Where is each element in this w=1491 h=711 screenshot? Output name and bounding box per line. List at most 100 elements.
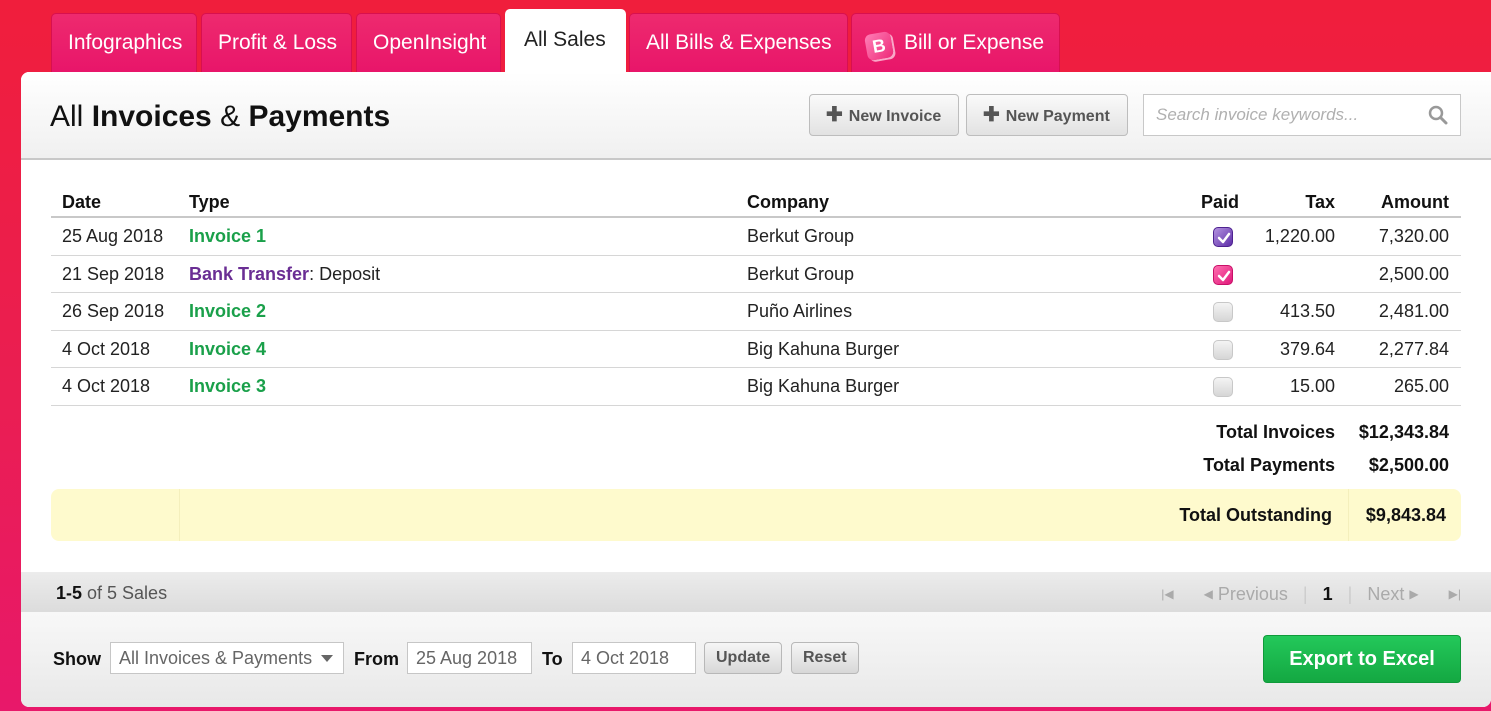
filter-footer: Show All Invoices & Payments From 25 Aug… [21, 612, 1491, 707]
new-payment-label: New Payment [1005, 108, 1110, 125]
tab-label: Profit & Loss [218, 31, 338, 54]
total-payments-row: Total Payments $2,500.00 [51, 450, 1461, 483]
payment-link[interactable]: Bank Transfer [189, 264, 309, 284]
update-label: Update [716, 649, 771, 666]
last-page-icon[interactable]: ▶| [1449, 587, 1461, 601]
result-count: 1-5 of 5 Sales [56, 583, 167, 604]
table-row[interactable]: 21 Sep 2018 Bank Transfer: Deposit Berkut … [51, 256, 1461, 293]
tab-bill-or-expense[interactable]: B Bill or Expense [851, 13, 1060, 73]
type-suffix: : Deposit [309, 263, 381, 284]
plus-icon: ✚ [826, 104, 843, 126]
from-date-value: 25 Aug 2018 [416, 648, 518, 668]
total-invoices-value: $12,343.84 [1358, 422, 1449, 442]
table-row[interactable]: 4 Oct 2018 Invoice 3 Big Kahuna Burger 15.0… [51, 368, 1461, 406]
paid-checkbox-icon[interactable] [1213, 377, 1233, 397]
previous-link[interactable]: Previous [1218, 584, 1288, 605]
tax-cell: 15.00 [1289, 376, 1335, 396]
sales-panel: All Invoices & Payments ✚ New Invoice ✚ Ne… [21, 72, 1491, 707]
col-paid[interactable]: Paid [1201, 192, 1239, 213]
paid-checkbox-icon[interactable] [1213, 339, 1233, 360]
tab-infographics[interactable]: Infographics [51, 13, 197, 73]
paid-checkbox-icon[interactable] [1213, 264, 1233, 285]
company-cell: Big Kahuna Burger [747, 376, 900, 396]
invoice-link[interactable]: Invoice 1 [189, 226, 266, 246]
tax-cell: 413.50 [1279, 301, 1335, 321]
date-cell: 4 Oct 2018 [62, 376, 151, 396]
tab-label: All Sales [524, 28, 606, 51]
new-invoice-button[interactable]: ✚ New Invoice [809, 94, 959, 136]
search-icon[interactable] [1428, 105, 1448, 125]
company-cell: Berkut Group [747, 226, 855, 246]
show-label: Show [53, 649, 101, 669]
search-box[interactable] [1143, 94, 1461, 136]
first-page-icon[interactable]: |◀ [1161, 587, 1173, 601]
export-label: Export to Excel [1289, 648, 1435, 670]
tab-all-sales[interactable]: All Sales [505, 9, 626, 73]
invoice-link[interactable]: Invoice 4 [189, 339, 266, 359]
table-body: 25 Aug 2018 Invoice 1 Berkut Group 1,220.00… [51, 218, 1461, 406]
company-cell: Berkut Group [747, 263, 855, 284]
divider [1348, 489, 1349, 541]
total-payments-value: $2,500.00 [1368, 455, 1449, 475]
to-label: To [542, 649, 563, 669]
result-total: of 5 Sales [82, 583, 168, 603]
title-amp: & [211, 100, 249, 133]
paid-checkbox-icon[interactable] [1213, 302, 1233, 322]
col-date[interactable]: Date [62, 192, 101, 213]
pager: |◀ ◀ Previous | 1 | Next ▶ ▶| [1161, 583, 1461, 605]
date-cell: 4 Oct 2018 [62, 338, 151, 359]
paid-checkbox-icon[interactable] [1213, 227, 1233, 247]
tab-profit-loss[interactable]: Profit & Loss [201, 13, 352, 73]
from-label: From [354, 649, 399, 669]
divider: | [1347, 583, 1353, 604]
tab-label: OpenInsight [373, 31, 487, 54]
col-amount[interactable]: Amount [1381, 192, 1449, 213]
update-button[interactable]: Update [704, 642, 783, 674]
export-to-excel-button[interactable]: Export to Excel [1263, 635, 1461, 683]
page-title: All Invoices & Payments [50, 100, 390, 134]
tab-openinsight[interactable]: OpenInsight [356, 13, 501, 73]
chevron-left-icon: ◀ [1203, 587, 1213, 602]
to-date-field[interactable]: 4 Oct 2018 [572, 642, 696, 674]
title-part2: Payments [248, 100, 391, 133]
result-range: 1-5 [56, 583, 83, 603]
title-part1: Invoices [91, 100, 212, 133]
next-link[interactable]: Next [1367, 584, 1404, 605]
title-prefix: All [50, 100, 92, 133]
tax-cell: 1,220.00 [1264, 226, 1335, 246]
table-row[interactable]: 4 Oct 2018 Invoice 4 Big Kahuna Burger 379.… [51, 331, 1461, 368]
company-cell: Puño Airlines [747, 301, 853, 321]
table-row[interactable]: 25 Aug 2018 Invoice 1 Berkut Group 1,220.00… [51, 218, 1461, 256]
col-company[interactable]: Company [747, 192, 829, 213]
show-select[interactable]: All Invoices & Payments [110, 642, 344, 674]
pagination-bar: 1-5 of 5 Sales |◀ ◀ Previous | 1 | Next … [21, 572, 1491, 612]
reset-button[interactable]: Reset [791, 642, 859, 674]
col-tax[interactable]: Tax [1305, 192, 1335, 213]
new-payment-button[interactable]: ✚ New Payment [966, 94, 1128, 136]
tab-label: Infographics [68, 31, 183, 54]
total-payments-label: Total Payments [1203, 455, 1335, 475]
new-invoice-label: New Invoice [848, 108, 942, 125]
sales-table: Date Type Company Paid Tax Amount 25 Aug… [51, 184, 1461, 406]
total-outstanding-value: $9,843.84 [1365, 505, 1446, 525]
date-cell: 26 Sep 2018 [62, 301, 165, 321]
tab-label: All Bills & Expenses [646, 31, 832, 54]
current-page[interactable]: 1 [1323, 584, 1333, 605]
invoice-link[interactable]: Invoice 2 [189, 301, 266, 321]
amount-cell: 2,500.00 [1378, 263, 1449, 284]
total-invoices-label: Total Invoices [1216, 422, 1335, 442]
search-input[interactable] [1154, 104, 1414, 126]
table-header: Date Type Company Paid Tax Amount [51, 184, 1461, 218]
bill-app-icon: B [863, 30, 895, 62]
amount-cell: 2,277.84 [1378, 338, 1449, 359]
tab-all-bills-expenses[interactable]: All Bills & Expenses [629, 13, 848, 73]
from-date-field[interactable]: 25 Aug 2018 [407, 642, 532, 674]
amount-cell: 2,481.00 [1378, 301, 1449, 321]
col-type[interactable]: Type [189, 192, 230, 213]
type-cell: Invoice 4 [189, 339, 266, 360]
total-invoices-row: Total Invoices $12,343.84 [51, 417, 1461, 450]
chevron-right-icon: ▶ [1409, 587, 1419, 602]
invoice-link[interactable]: Invoice 3 [189, 376, 266, 396]
amount-cell: 265.00 [1393, 376, 1449, 396]
table-row[interactable]: 26 Sep 2018 Invoice 2 Puño Airlines 413.50 2… [51, 293, 1461, 331]
